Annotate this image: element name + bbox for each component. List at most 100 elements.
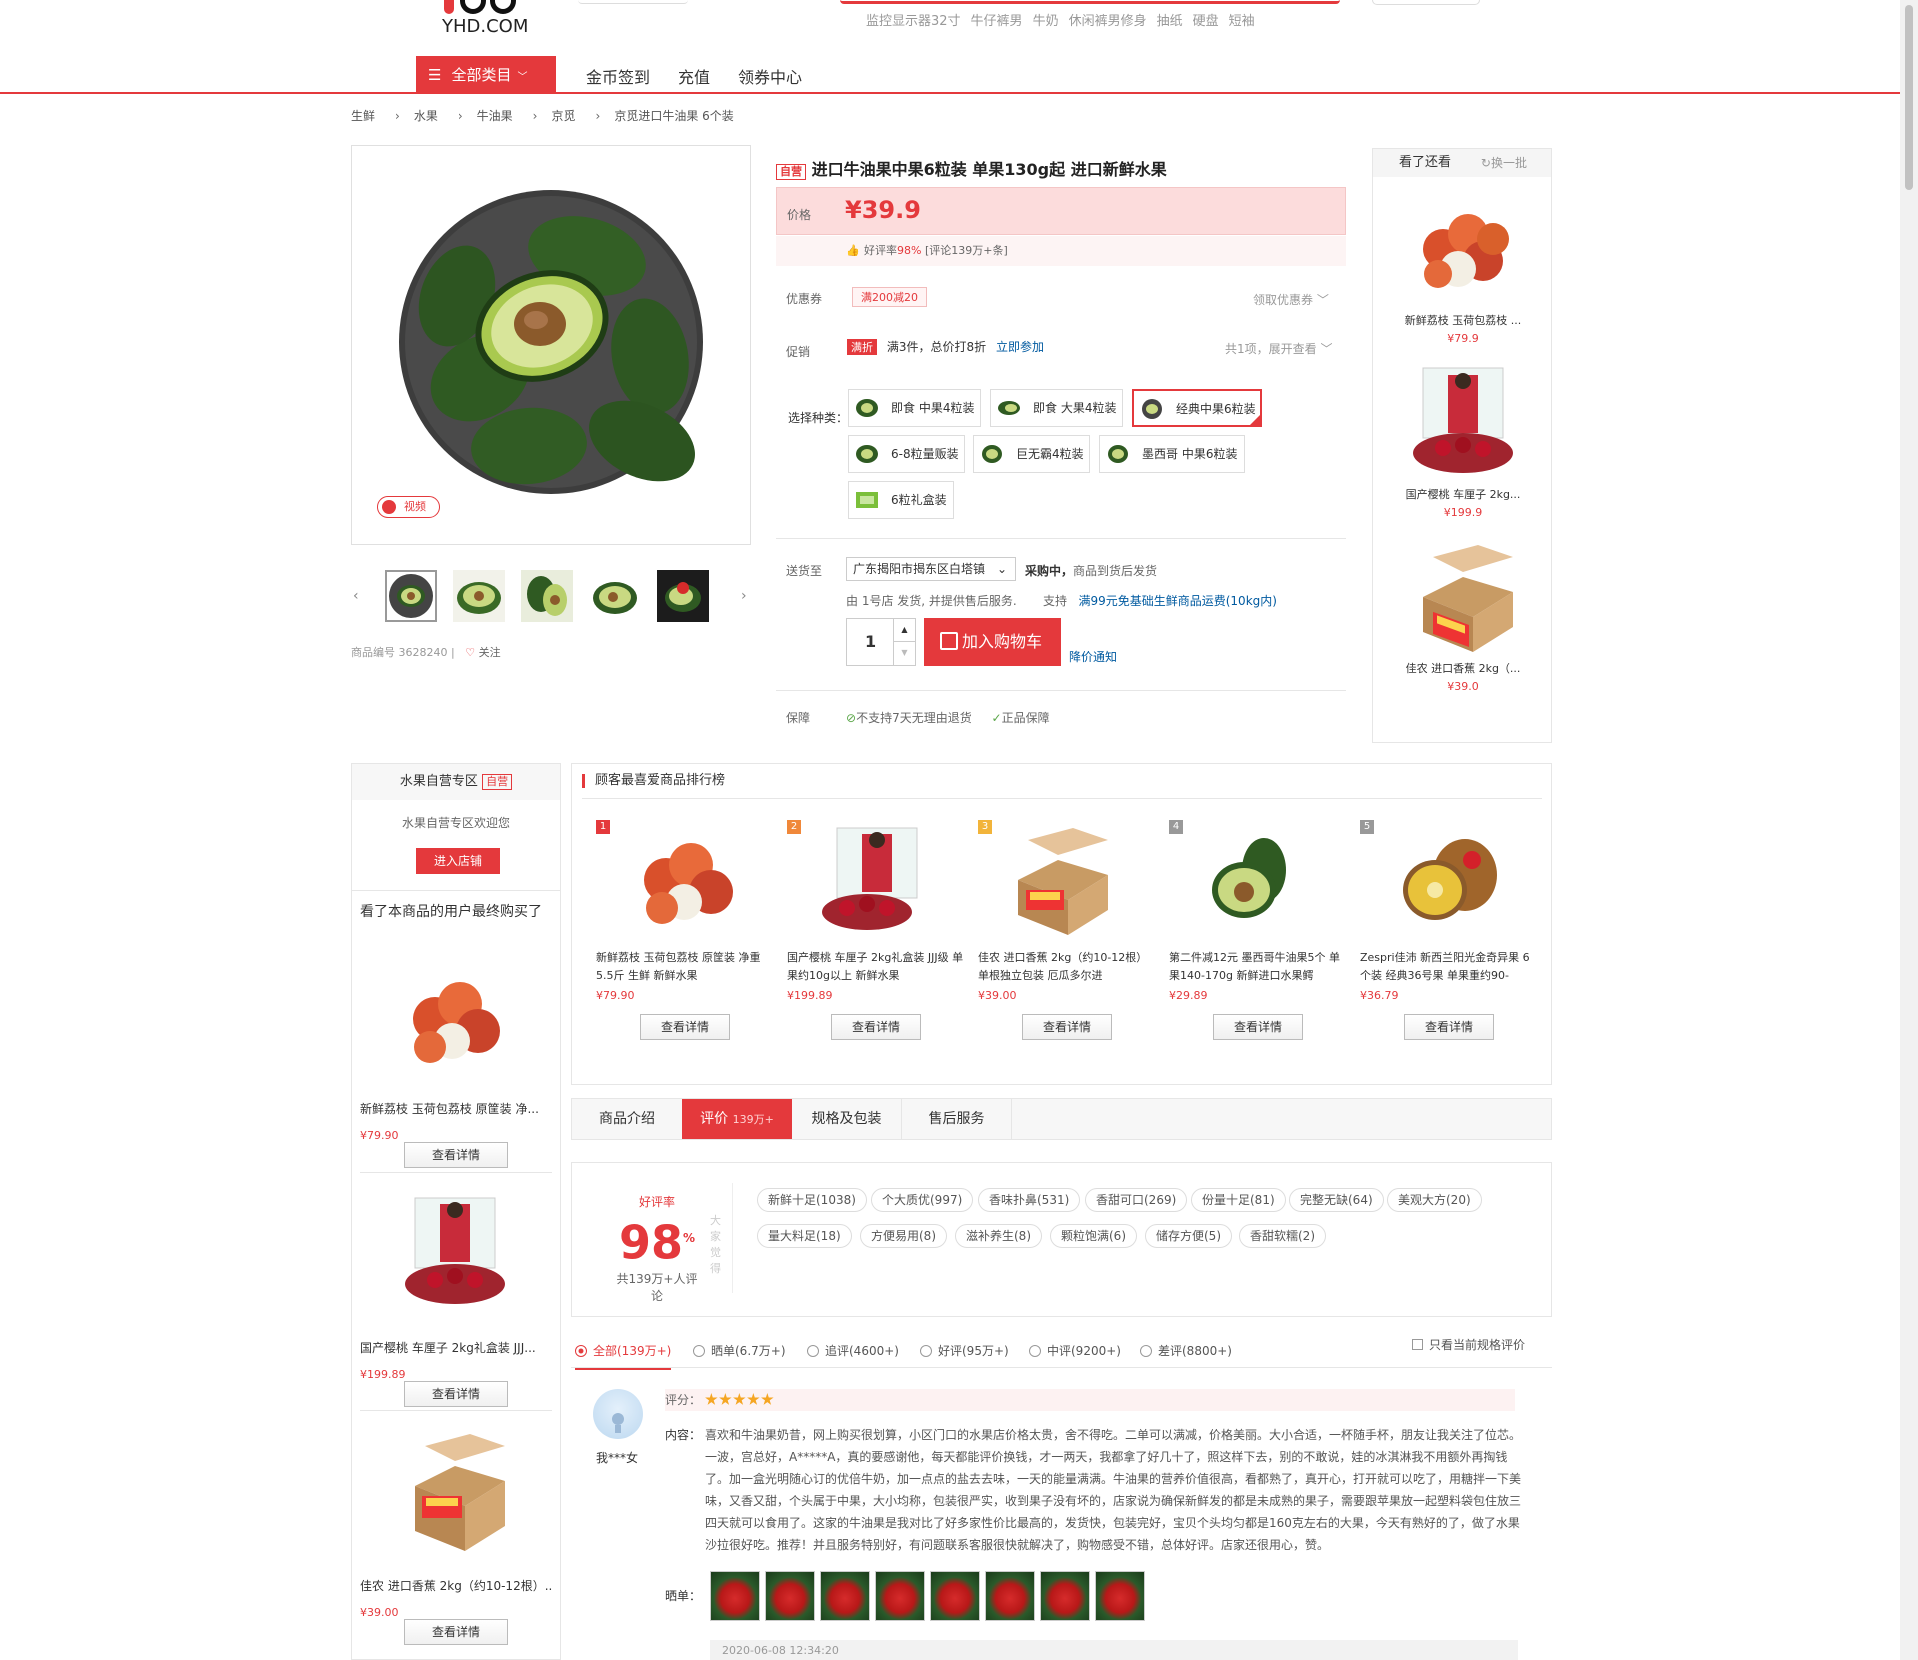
hot-search-link[interactable]: 抽纸 <box>1157 14 1183 29</box>
see-also-item[interactable]: 新鲜荔枝 玉荷包荔枝 ... ¥79.9 <box>1393 189 1533 345</box>
option-button[interactable]: 巨无霸4粒装 <box>973 435 1090 473</box>
hot-search-link[interactable]: 牛仔裤男 <box>971 14 1023 29</box>
ranking-item[interactable]: 5 Zespri佳沛 新西兰阳光金奇异果 6个装 经典36号果 单果重约90- … <box>1360 820 1540 1040</box>
review-photo[interactable] <box>710 1571 760 1621</box>
review-tag[interactable]: 方便易用(8) <box>860 1224 947 1248</box>
review-tag[interactable]: 份量十足(81) <box>1191 1188 1286 1212</box>
option-button[interactable]: 6粒礼盒装 <box>848 481 954 519</box>
review-photo[interactable] <box>930 1571 980 1621</box>
page-scrollbar[interactable] <box>1900 0 1918 1660</box>
ranking-item[interactable]: 1 新鲜荔枝 玉荷包荔枝 原筐装 净重5.5斤 生鲜 新鲜水果 ¥79.90 查… <box>596 820 776 1040</box>
review-photo[interactable] <box>1095 1571 1145 1621</box>
filter-all[interactable]: 全部(139万+) <box>575 1342 672 1370</box>
review-photo[interactable] <box>765 1571 815 1621</box>
see-also-item[interactable]: 佳农 进口香蕉 2kg（... ¥39.0 <box>1393 537 1533 693</box>
view-detail-button[interactable]: 查看详情 <box>640 1014 730 1040</box>
address-select[interactable]: 广东揭阳市揭东区白塔镇 ⌄ <box>846 557 1016 581</box>
see-also-item[interactable]: 国产樱桃 车厘子 2kg... ¥199.9 <box>1393 363 1533 519</box>
all-categories-button[interactable]: ☰ 全部类目 ﹀ <box>416 56 556 94</box>
scrollbar-thumb[interactable] <box>1905 5 1913 190</box>
nav-coupon-center[interactable]: 领券中心 <box>738 68 802 87</box>
review-tag[interactable]: 美观大方(20) <box>1387 1188 1482 1212</box>
option-button[interactable]: 即食 大果4粒装 <box>990 389 1123 427</box>
chevron-left-icon[interactable]: ‹ <box>353 588 359 604</box>
filter-followup[interactable]: 追评(4600+) <box>807 1342 899 1359</box>
ranking-item[interactable]: 4 第二件减12元 墨西哥牛油果5个 单果140-170g 新鲜进口水果鳄 ¥2… <box>1169 820 1349 1040</box>
review-tag[interactable]: 量大料足(18) <box>757 1224 852 1248</box>
promo-expand[interactable]: 共1项，展开查看 ﹀ <box>1225 340 1332 357</box>
rating-count[interactable]: [评论139万+条] <box>925 244 1008 257</box>
view-detail-button[interactable]: 查看详情 <box>404 1619 508 1645</box>
chevron-right-icon[interactable]: › <box>741 588 747 604</box>
option-button[interactable]: 墨西哥 中果6粒装 <box>1099 435 1245 473</box>
cart-button-edge[interactable] <box>1372 0 1480 5</box>
hot-search-link[interactable]: 监控显示器32寸 <box>866 14 961 29</box>
option-button[interactable]: 6-8粒量贩装 <box>848 435 965 473</box>
review-tag[interactable]: 储存方便(5) <box>1145 1224 1232 1248</box>
hot-search-link[interactable]: 休闲裤男修身 <box>1069 14 1147 29</box>
review-tag[interactable]: 香甜软糯(2) <box>1239 1224 1326 1248</box>
review-photo[interactable] <box>1040 1571 1090 1621</box>
breadcrumb-item[interactable]: 京觅 <box>551 109 575 123</box>
yhd-logo[interactable]: YHD.COM <box>442 0 532 40</box>
review-tag[interactable]: 个大质优(997) <box>871 1188 974 1212</box>
hot-search-link[interactable]: 短袖 <box>1229 14 1255 29</box>
breadcrumb-item[interactable]: 水果 <box>414 109 438 123</box>
quantity-value[interactable]: 1 <box>865 632 876 651</box>
search-box-edge[interactable] <box>840 0 1340 4</box>
thumbnail[interactable] <box>453 570 505 622</box>
thumbnail[interactable] <box>657 570 709 622</box>
enter-store-button[interactable]: 进入店铺 <box>416 848 500 874</box>
decrease-icon[interactable]: ▼ <box>893 642 915 665</box>
view-detail-button[interactable]: 查看详情 <box>404 1381 508 1407</box>
review-tag[interactable]: 滋补养生(8) <box>955 1224 1042 1248</box>
video-button[interactable]: 视频 <box>377 496 440 518</box>
hot-search-link[interactable]: 牛奶 <box>1033 14 1059 29</box>
view-detail-button[interactable]: 查看详情 <box>1022 1014 1112 1040</box>
price-notice-link[interactable]: 降价通知 <box>1069 648 1117 665</box>
review-photo[interactable] <box>985 1571 1035 1621</box>
review-tag[interactable]: 香甜可口(269) <box>1085 1188 1188 1212</box>
review-tag[interactable]: 颗粒饱满(6) <box>1050 1224 1137 1248</box>
review-tag[interactable]: 新鲜十足(1038) <box>757 1188 867 1212</box>
coupon-tag[interactable]: 满200减20 <box>852 287 927 307</box>
also-bought-item[interactable]: 国产樱桃 车厘子 2kg礼盒装 JJJ... ¥199.89 查看详情 <box>360 1188 552 1407</box>
nav-coin-signin[interactable]: 金币签到 <box>586 68 650 87</box>
filter-photo[interactable]: 晒单(6.7万+) <box>693 1342 786 1359</box>
only-current-spec-checkbox[interactable]: 只看当前规格评价 <box>1412 1336 1525 1353</box>
product-main-image[interactable] <box>351 145 751 545</box>
promo-join-link[interactable]: 立即参加 <box>996 340 1044 354</box>
nav-recharge[interactable]: 充值 <box>678 68 710 87</box>
review-tag[interactable]: 完整无缺(64) <box>1289 1188 1384 1212</box>
support-link[interactable]: 满99元免基础生鲜商品运费(10kg内) <box>1078 594 1276 608</box>
breadcrumb-item[interactable]: 京觅进口牛油果 6个装 <box>614 109 733 123</box>
view-detail-button[interactable]: 查看详情 <box>404 1142 508 1168</box>
tab-reviews[interactable]: 评价 139万+ <box>682 1099 792 1139</box>
also-bought-item[interactable]: 新鲜荔枝 玉荷包荔枝 原筐装 净... ¥79.90 查看详情 <box>360 949 552 1168</box>
thumbnail[interactable] <box>385 570 437 622</box>
also-bought-item[interactable]: 佳农 进口香蕉 2kg（约10-12根）... ¥39.00 查看详情 <box>360 1426 552 1645</box>
quantity-stepper[interactable]: 1 ▲ ▼ <box>846 618 916 666</box>
option-button[interactable]: 即食 中果4粒装 <box>848 389 981 427</box>
tab-specs[interactable]: 规格及包装 <box>792 1099 902 1139</box>
breadcrumb-item[interactable]: 生鲜 <box>351 109 375 123</box>
view-detail-button[interactable]: 查看详情 <box>1404 1014 1494 1040</box>
heart-icon[interactable]: ♡ <box>465 646 475 659</box>
option-button-selected[interactable]: 经典中果6粒装 <box>1132 389 1262 427</box>
review-photo[interactable] <box>820 1571 870 1621</box>
increase-icon[interactable]: ▲ <box>893 619 915 642</box>
store-title[interactable]: 水果自营专区 <box>400 774 478 789</box>
filter-good[interactable]: 好评(95万+) <box>920 1342 1009 1359</box>
breadcrumb-item[interactable]: 牛油果 <box>477 109 513 123</box>
ranking-item[interactable]: 3 佳农 进口香蕉 2kg（约10-12根） 单根独立包装 厄瓜多尔进 ¥39.… <box>978 820 1158 1040</box>
tab-after-sales[interactable]: 售后服务 <box>902 1099 1012 1139</box>
ranking-item[interactable]: 2 国产樱桃 车厘子 2kg礼盒装 JJJ级 单果约10g以上 新鲜水果 ¥19… <box>787 820 967 1040</box>
hot-search-link[interactable]: 硬盘 <box>1193 14 1219 29</box>
refresh-button[interactable]: ↻ 换一批 <box>1481 149 1539 177</box>
filter-bad[interactable]: 差评(8800+) <box>1140 1342 1232 1359</box>
view-detail-button[interactable]: 查看详情 <box>1213 1014 1303 1040</box>
thumbnail[interactable] <box>521 570 573 622</box>
review-photo[interactable] <box>875 1571 925 1621</box>
review-tag[interactable]: 香味扑鼻(531) <box>978 1188 1081 1212</box>
add-to-cart-button[interactable]: 加入购物车 <box>924 618 1061 666</box>
